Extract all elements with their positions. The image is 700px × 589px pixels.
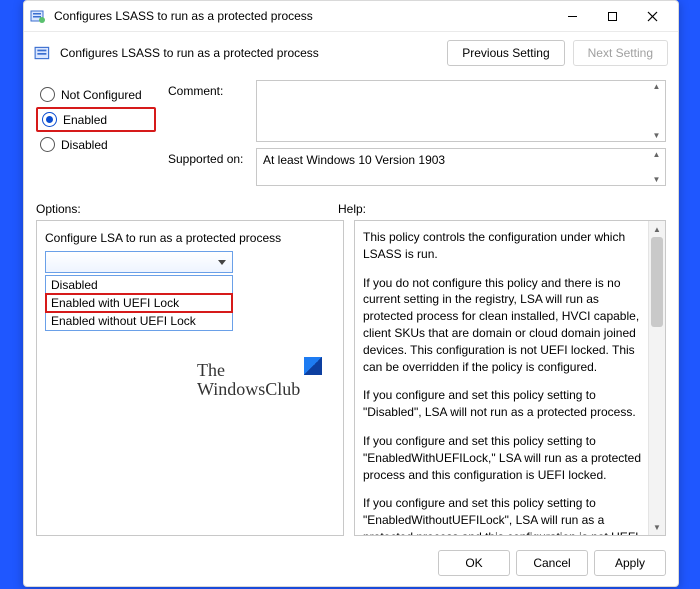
policy-subtitle: Configures LSASS to run as a protected p… <box>60 46 439 60</box>
lsa-option-label: Configure LSA to run as a protected proc… <box>45 231 335 245</box>
minimize-button[interactable] <box>552 2 592 30</box>
supported-on-box: At least Windows 10 Version 1903 ▲ ▼ <box>256 148 666 186</box>
dropdown-item-disabled[interactable]: Disabled <box>46 276 232 294</box>
dropdown-item-enabled-no-uefi-lock[interactable]: Enabled without UEFI Lock <box>46 312 232 330</box>
comment-label: Comment: <box>168 80 248 98</box>
policy-dialog: Configures LSASS to run as a protected p… <box>23 0 679 587</box>
radio-label: Enabled <box>63 113 107 127</box>
radio-disabled[interactable]: Disabled <box>36 134 156 155</box>
scroll-thumb[interactable] <box>651 237 663 327</box>
radio-icon <box>42 112 57 127</box>
supported-value: At least Windows 10 Version 1903 <box>263 153 445 167</box>
dropdown-item-enabled-uefi-lock[interactable]: Enabled with UEFI Lock <box>46 294 232 312</box>
policy-icon <box>34 44 52 62</box>
scroll-down-icon[interactable]: ▼ <box>649 519 665 535</box>
watermark-logo-icon <box>304 357 322 375</box>
radio-label: Not Configured <box>61 88 142 102</box>
help-paragraph: If you configure and set this policy set… <box>363 495 642 535</box>
scroll-down-icon[interactable]: ▼ <box>653 131 661 140</box>
previous-setting-button[interactable]: Previous Setting <box>447 40 564 66</box>
toolbar: Configures LSASS to run as a protected p… <box>24 32 678 74</box>
lsa-mode-dropdown: Disabled Enabled with UEFI Lock Enabled … <box>45 275 233 331</box>
help-paragraph: If you do not configure this policy and … <box>363 275 642 376</box>
scroll-down-icon[interactable]: ▼ <box>653 175 661 184</box>
radio-not-configured[interactable]: Not Configured <box>36 84 156 105</box>
scroll-up-icon[interactable]: ▲ <box>653 150 661 159</box>
maximize-button[interactable] <box>592 2 632 30</box>
help-scrollbar[interactable]: ▲ ▼ <box>648 221 665 535</box>
close-button[interactable] <box>632 2 672 30</box>
dialog-footer: OK Cancel Apply <box>24 542 678 586</box>
apply-button[interactable]: Apply <box>594 550 666 576</box>
radio-icon <box>40 137 55 152</box>
radio-enabled[interactable]: Enabled <box>36 107 156 132</box>
lsa-mode-combobox[interactable] <box>45 251 233 273</box>
window-title: Configures LSASS to run as a protected p… <box>54 9 552 23</box>
ok-button[interactable]: OK <box>438 550 510 576</box>
radio-icon <box>40 87 55 102</box>
policy-icon <box>30 8 46 24</box>
scroll-up-icon[interactable]: ▲ <box>649 221 665 237</box>
scroll-track[interactable] <box>649 237 665 519</box>
comment-textarea[interactable]: ▲▼ <box>256 80 666 142</box>
cancel-button[interactable]: Cancel <box>516 550 588 576</box>
options-panel: Configure LSA to run as a protected proc… <box>36 220 344 536</box>
help-panel: This policy controls the configuration u… <box>354 220 666 536</box>
watermark: The WindowsClub <box>197 361 300 399</box>
help-text: This policy controls the configuration u… <box>355 221 648 535</box>
options-section-label: Options: <box>36 202 326 216</box>
help-paragraph: This policy controls the configuration u… <box>363 229 642 263</box>
radio-label: Disabled <box>61 138 108 152</box>
help-paragraph: If you configure and set this policy set… <box>363 433 642 483</box>
titlebar: Configures LSASS to run as a protected p… <box>24 1 678 32</box>
state-radio-group: Not Configured Enabled Disabled <box>36 80 156 192</box>
supported-label: Supported on: <box>168 148 248 166</box>
help-section-label: Help: <box>338 202 366 216</box>
next-setting-button: Next Setting <box>573 40 668 66</box>
scroll-up-icon[interactable]: ▲ <box>653 82 661 91</box>
help-paragraph: If you configure and set this policy set… <box>363 387 642 421</box>
